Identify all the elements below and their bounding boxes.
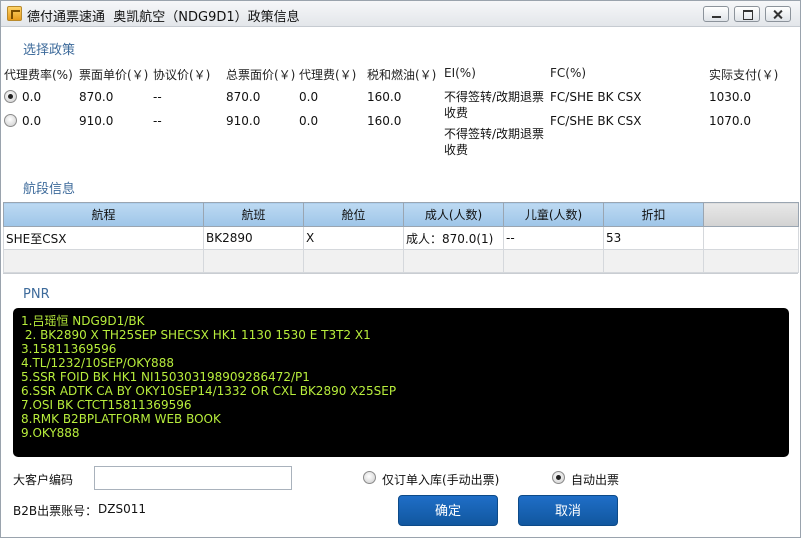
segment-empty: [703, 226, 799, 250]
title-bar: 德付通票速通 奥凯航空（NDG9D1）政策信息: [1, 1, 800, 27]
segment-route: SHE至CSX: [3, 226, 204, 250]
policy-rate: 0.0: [22, 90, 42, 104]
minimize-icon[interactable]: [703, 6, 729, 22]
policy-ei: 不得签转/改期退票收费: [444, 127, 545, 157]
pnr-line: 9.OKY888: [21, 426, 80, 440]
col-header-unit-price: 票面单价(￥): [79, 68, 149, 82]
policy-radio-1[interactable]: [4, 90, 17, 103]
policy-total: 870.0: [226, 90, 261, 104]
segment-table: 航程 航班 舱位 成人(人数) 儿童(人数) 折扣 SHE至CSX BK2890…: [3, 202, 799, 273]
auto-ticket-radio[interactable]: [552, 471, 565, 484]
policy-unit-price: 910.0: [79, 114, 114, 128]
pnr-line: 2. BK2890 X TH25SEP SHECSX HK1 1130 1530…: [21, 328, 371, 342]
policy-fc: FC/SHE BK CSX: [550, 90, 642, 104]
col-header-fee: 代理费(￥): [299, 68, 357, 82]
pnr-line: 1.吕瑶恒 NDG9D1/BK: [21, 314, 145, 328]
pnr-line: 4.TL/1232/10SEP/OKY888: [21, 356, 174, 370]
auto-ticket-label[interactable]: 自动出票: [571, 471, 619, 488]
pnr-line: 6.SSR ADTK CA BY OKY10SEP14/1332 OR CXL …: [21, 384, 397, 398]
segment-adult: 成人：870.0(1): [403, 226, 504, 250]
pnr-line: 5.SSR FOID BK HK1 NI150303198909286472/P…: [21, 370, 310, 384]
pnr-text-area[interactable]: 1.吕瑶恒 NDG9D1/BK 2. BK2890 X TH25SEP SHEC…: [13, 308, 789, 457]
col-header-fc: FC(%): [550, 66, 587, 80]
policy-fee: 0.0: [299, 114, 319, 128]
policy-unit-price: 870.0: [79, 90, 114, 104]
segment-header-discount[interactable]: 折扣: [603, 202, 704, 227]
policy-pay: 1030.0: [709, 90, 751, 104]
col-header-total: 总票面价(￥): [226, 68, 296, 82]
confirm-button[interactable]: 确定: [398, 495, 498, 526]
pnr-line: 3.15811369596: [21, 342, 117, 356]
policy-dialog: 德付通票速通 奥凯航空（NDG9D1）政策信息 选择政策 代理费率(%) 票面单…: [0, 0, 801, 538]
window-title: 德付通票速通 奥凯航空（NDG9D1）政策信息: [27, 6, 300, 25]
table-row[interactable]: SHE至CSX BK2890 X 成人：870.0(1) -- 53: [3, 226, 799, 250]
segment-child: --: [503, 226, 604, 250]
segment-header-child[interactable]: 儿童(人数): [503, 202, 604, 227]
manual-ticket-radio[interactable]: [363, 471, 376, 484]
col-header-agreement: 协议价(￥): [153, 68, 211, 82]
segment-cabin: X: [303, 226, 404, 250]
b2b-account-value: DZS011: [98, 502, 146, 516]
col-header-rate: 代理费率(%): [4, 68, 73, 82]
segment-flight: BK2890: [203, 226, 304, 250]
segment-header-empty: [703, 202, 799, 227]
cancel-button[interactable]: 取消: [518, 495, 618, 526]
app-logo-icon: [7, 6, 22, 21]
segment-discount: 53: [603, 226, 704, 250]
policy-pay: 1070.0: [709, 114, 751, 128]
col-header-tax: 税和燃油(￥): [367, 68, 437, 82]
app-name: 德付通票速通: [27, 10, 106, 25]
dialog-title: 奥凯航空（NDG9D1）政策信息: [113, 10, 300, 25]
policy-fee: 0.0: [299, 90, 319, 104]
policy-agreement: --: [153, 114, 162, 128]
segment-header-route[interactable]: 航程: [3, 202, 204, 227]
pnr-line: 7.OSI BK CTCT15811369596: [21, 398, 192, 412]
customer-code-label: 大客户编码: [13, 473, 74, 487]
segment-header-flight[interactable]: 航班: [203, 202, 304, 227]
policy-ei: 不得签转/改期退票收费: [444, 90, 545, 120]
segment-header-adult[interactable]: 成人(人数): [403, 202, 504, 227]
pnr-line: 8.RMK B2BPLATFORM WEB BOOK: [21, 412, 221, 426]
policy-fc: FC/SHE BK CSX: [550, 114, 642, 128]
maximize-icon[interactable]: [734, 6, 760, 22]
table-row-blank: [3, 249, 799, 273]
segment-header-row: 航程 航班 舱位 成人(人数) 儿童(人数) 折扣: [3, 202, 799, 227]
manual-ticket-label[interactable]: 仅订单入库(手动出票): [382, 471, 499, 488]
col-header-ei: EI(%): [444, 66, 476, 80]
segment-header-cabin[interactable]: 舱位: [303, 202, 404, 227]
customer-code-input[interactable]: [94, 466, 292, 490]
b2b-account-label: B2B出票账号：: [13, 504, 98, 518]
policy-rate: 0.0: [22, 114, 42, 128]
close-icon[interactable]: [765, 6, 791, 22]
policy-tax: 160.0: [367, 90, 402, 104]
policy-section-title: 选择政策: [23, 43, 76, 58]
policy-radio-2[interactable]: [4, 114, 17, 127]
divider: [3, 273, 798, 274]
policy-agreement: --: [153, 90, 162, 104]
policy-total: 910.0: [226, 114, 261, 128]
policy-tax: 160.0: [367, 114, 402, 128]
segment-section-title: 航段信息: [23, 182, 76, 197]
pnr-section-title: PNR: [23, 287, 50, 302]
col-header-pay: 实际支付(￥): [709, 68, 779, 82]
